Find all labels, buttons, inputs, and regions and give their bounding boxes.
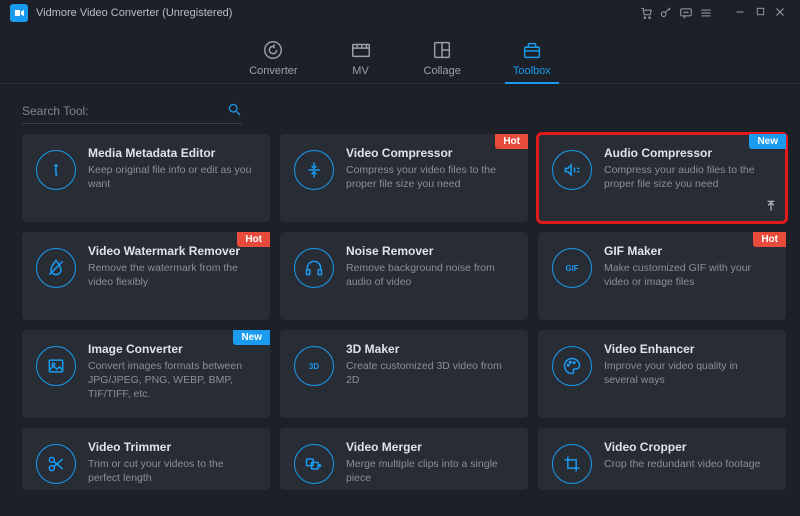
tab-label: Collage [424,65,461,77]
info-icon [36,150,76,190]
badge-hot: Hot [495,134,528,149]
card-title: GIF Maker [604,244,774,258]
app-title: Vidmore Video Converter (Unregistered) [36,7,232,19]
audio-compress-icon [552,150,592,190]
tool-card-noise-remover[interactable]: Noise Remover Remove background noise fr… [280,232,528,320]
tool-card-3d-maker[interactable]: 3D 3D Maker Create customized 3D video f… [280,330,528,418]
search-tool-input[interactable] [22,98,242,124]
open-arrow-icon [764,199,778,216]
tool-card-video-compressor[interactable]: Hot Video Compressor Compress your video… [280,134,528,222]
card-title: Image Converter [88,342,258,356]
card-title: Video Merger [346,440,516,454]
tab-label: Converter [249,65,297,77]
card-title: Noise Remover [346,244,516,258]
card-title: 3D Maker [346,342,516,356]
droplet-slash-icon [36,248,76,288]
merge-icon [294,444,334,484]
card-desc: Compress your audio files to the proper … [604,163,774,191]
palette-icon [552,346,592,386]
svg-text:3D: 3D [309,362,319,371]
card-title: Audio Compressor [604,146,774,160]
svg-text:GIF: GIF [566,264,579,273]
card-desc: Keep original file info or edit as you w… [88,163,258,191]
minimize-button[interactable] [730,6,750,20]
search-icon [227,102,242,120]
tool-card-video-trimmer[interactable]: Video Trimmer Trim or cut your videos to… [22,428,270,490]
card-desc: Make customized GIF with your video or i… [604,261,774,289]
compress-icon [294,150,334,190]
tool-card-watermark-remover[interactable]: Hot Video Watermark Remover Remove the w… [22,232,270,320]
card-desc: Remove the watermark from the video flex… [88,261,258,289]
main-tabs: Converter MV Collage Toolbox [0,26,800,84]
card-desc: Convert images formats between JPG/JPEG,… [88,359,258,402]
card-desc: Crop the redundant video footage [604,457,760,471]
tab-toolbox[interactable]: Toolbox [513,39,551,83]
badge-hot: Hot [237,232,270,247]
three-d-icon: 3D [294,346,334,386]
card-desc: Compress your video files to the proper … [346,163,516,191]
menu-icon[interactable] [696,6,716,20]
headphones-icon [294,248,334,288]
gif-icon: GIF [552,248,592,288]
tool-card-video-cropper[interactable]: Video Cropper Crop the redundant video f… [538,428,786,490]
titlebar: Vidmore Video Converter (Unregistered) [0,0,800,26]
cart-icon[interactable] [636,6,656,20]
badge-new: New [749,134,786,149]
tab-label: MV [352,65,369,77]
tool-card-image-converter[interactable]: New Image Converter Convert images forma… [22,330,270,418]
maximize-button[interactable] [750,6,770,20]
badge-hot: Hot [753,232,786,247]
close-button[interactable] [770,6,790,20]
key-icon[interactable] [656,6,676,20]
tab-label: Toolbox [513,65,551,77]
card-title: Video Watermark Remover [88,244,258,258]
tab-converter[interactable]: Converter [249,39,297,83]
card-desc: Remove background noise from audio of vi… [346,261,516,289]
tab-mv[interactable]: MV [350,39,372,83]
card-title: Video Enhancer [604,342,774,356]
card-title: Video Trimmer [88,440,258,454]
toolbox-grid: Media Metadata Editor Keep original file… [22,134,786,490]
card-desc: Trim or cut your videos to the perfect l… [88,457,258,485]
image-icon [36,346,76,386]
feedback-icon[interactable] [676,6,696,20]
tab-collage[interactable]: Collage [424,39,461,83]
card-desc: Improve your video quality in several wa… [604,359,774,387]
tool-card-video-enhancer[interactable]: Video Enhancer Improve your video qualit… [538,330,786,418]
crop-icon [552,444,592,484]
card-desc: Merge multiple clips into a single piece [346,457,516,485]
tool-card-video-merger[interactable]: Video Merger Merge multiple clips into a… [280,428,528,490]
badge-new: New [233,330,270,345]
tool-card-media-metadata-editor[interactable]: Media Metadata Editor Keep original file… [22,134,270,222]
app-logo-icon [10,4,28,22]
card-title: Media Metadata Editor [88,146,258,160]
tool-card-audio-compressor[interactable]: New Audio Compressor Compress your audio… [538,134,786,222]
card-title: Video Cropper [604,440,760,454]
tool-card-gif-maker[interactable]: Hot GIF GIF Maker Make customized GIF wi… [538,232,786,320]
card-title: Video Compressor [346,146,516,160]
search-field[interactable] [22,104,221,118]
card-desc: Create customized 3D video from 2D [346,359,516,387]
scissors-icon [36,444,76,484]
